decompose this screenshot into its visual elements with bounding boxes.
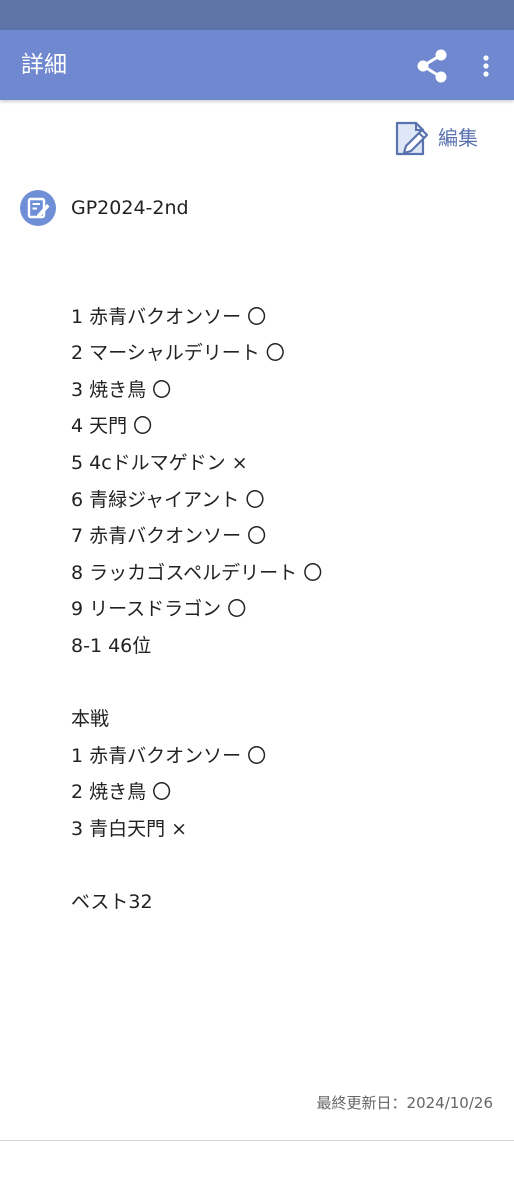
page-title: 詳細 (21, 52, 67, 78)
note-line: 本戦 (71, 708, 110, 731)
note-body: 1 赤青バクオンソー 〇 2 マーシャルデリート 〇 3 焼き鳥 〇 4 天門 … (71, 262, 491, 921)
note-line: 7 赤青バクオンソー 〇 (71, 525, 267, 548)
note-line: ベスト32 (71, 891, 153, 914)
status-bar (0, 0, 514, 30)
edit-document-icon (395, 121, 429, 156)
more-options-button[interactable] (472, 47, 500, 85)
note-title: GP2024-2nd (71, 197, 189, 219)
share-button[interactable] (414, 47, 452, 85)
app-bar: 詳細 (0, 30, 514, 100)
last-updated-text: 最終更新日：2024/10/26 (316, 1094, 493, 1112)
note-line (71, 262, 491, 299)
note-line: 2 焼き鳥 〇 (71, 781, 172, 804)
note-line: 3 焼き鳥 〇 (71, 378, 172, 401)
note-line: 6 青緑ジャイアント 〇 (71, 488, 265, 511)
note-line (71, 665, 491, 702)
edit-button[interactable]: 編集 (392, 116, 492, 160)
note-line: 8-1 46位 (71, 634, 152, 657)
note-edit-icon (20, 190, 56, 226)
note-line: 8 ラッカゴスペルデリート 〇 (71, 561, 323, 584)
note-line: 4 天門 〇 (71, 415, 153, 438)
note-line: 5 4cドルマゲドン × (71, 451, 248, 474)
edit-label: 編集 (438, 126, 478, 150)
note-line: 1 赤青バクオンソー 〇 (71, 744, 267, 767)
note-line: 2 マーシャルデリート 〇 (71, 342, 285, 365)
more-vert-icon (483, 55, 489, 77)
share-icon (417, 49, 447, 83)
note-line: 1 赤青バクオンソー 〇 (71, 305, 267, 328)
divider (0, 1140, 514, 1141)
note-line (71, 848, 491, 885)
note-line: 9 リースドラゴン 〇 (71, 598, 247, 621)
note-line: 3 青白天門 × (71, 817, 188, 840)
